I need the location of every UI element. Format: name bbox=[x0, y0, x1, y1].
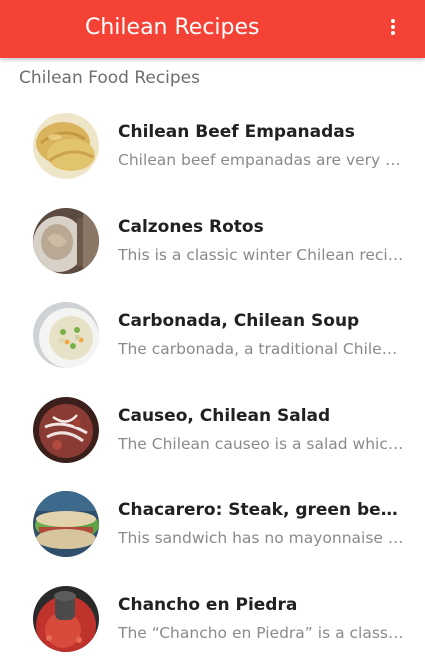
recipe-list: Chilean Beef Empanadas Chilean beef empa… bbox=[0, 97, 425, 664]
recipe-item-chancho-en-piedra[interactable]: Chancho en Piedra The “Chancho en Piedra… bbox=[0, 570, 425, 664]
recipe-title: Carbonada, Chilean Soup bbox=[118, 311, 408, 331]
section-header: Chilean Food Recipes bbox=[19, 68, 200, 88]
recipe-description: This is a classic winter Chilean recipe.… bbox=[118, 246, 406, 264]
recipe-thumbnail bbox=[33, 302, 99, 368]
recipe-description: The carbonada, a traditional Chilean ... bbox=[118, 340, 406, 358]
recipe-thumbnail bbox=[33, 397, 99, 463]
recipe-thumbnail bbox=[33, 491, 99, 557]
more-vert-icon[interactable] bbox=[389, 19, 397, 39]
recipe-item-calzones-rotos[interactable]: Calzones Rotos This is a classic winter … bbox=[0, 192, 425, 287]
app-title: Chilean Recipes bbox=[85, 14, 260, 42]
recipe-title: Chancho en Piedra bbox=[118, 595, 408, 615]
recipe-title: Chilean Beef Empanadas bbox=[118, 122, 408, 142]
recipe-description: The “Chancho en Piedra” is a classic ... bbox=[118, 624, 406, 642]
recipe-title: Chacarero: Steak, green beans, t... bbox=[118, 500, 408, 520]
app-bar: Chilean Recipes bbox=[0, 0, 425, 58]
recipe-title: Calzones Rotos bbox=[118, 217, 408, 237]
recipe-item-causeo[interactable]: Causeo, Chilean Salad The Chilean causeo… bbox=[0, 381, 425, 476]
recipe-thumbnail bbox=[33, 208, 99, 274]
recipe-item-empanadas[interactable]: Chilean Beef Empanadas Chilean beef empa… bbox=[0, 97, 425, 192]
recipe-item-chacarero[interactable]: Chacarero: Steak, green beans, t... This… bbox=[0, 475, 425, 570]
recipe-description: This sandwich has no mayonnaise or... bbox=[118, 529, 406, 547]
recipe-thumbnail bbox=[33, 113, 99, 179]
recipe-title: Causeo, Chilean Salad bbox=[118, 406, 408, 426]
recipe-item-carbonada[interactable]: Carbonada, Chilean Soup The carbonada, a… bbox=[0, 286, 425, 381]
recipe-thumbnail bbox=[33, 586, 99, 652]
recipe-description: Chilean beef empanadas are very sim... bbox=[118, 151, 406, 169]
recipe-description: The Chilean causeo is a salad which t... bbox=[118, 435, 406, 453]
